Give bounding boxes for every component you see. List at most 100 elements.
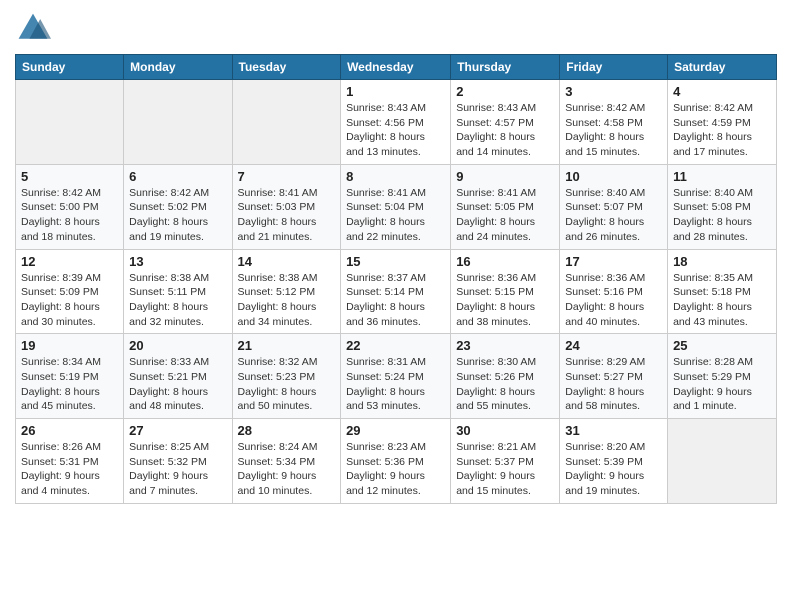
calendar-cell: 9 Sunrise: 8:41 AMSunset: 5:05 PMDaylight… xyxy=(451,164,560,249)
day-info: Sunrise: 8:41 AMSunset: 5:04 PMDaylight:… xyxy=(346,186,445,245)
day-info: Sunrise: 8:39 AMSunset: 5:09 PMDaylight:… xyxy=(21,271,118,330)
calendar-cell: 28Sunrise: 8:24 AMSunset: 5:34 PMDayligh… xyxy=(232,419,341,504)
day-info: Sunrise: 8:42 AMSunset: 4:59 PMDaylight:… xyxy=(673,101,771,160)
day-number: 12 xyxy=(21,254,118,269)
day-number: 26 xyxy=(21,423,118,438)
calendar-cell: 22 Sunrise: 8:31 AMSunset: 5:24 PMDayligh… xyxy=(341,334,451,419)
day-info: Sunrise: 8:28 AMSunset: 5:29 PMDaylight:… xyxy=(673,355,771,414)
calendar-week-row: 12 Sunrise: 8:39 AMSunset: 5:09 PMDayligh… xyxy=(16,249,777,334)
calendar-header-friday: Friday xyxy=(560,55,668,80)
day-number: 13 xyxy=(129,254,226,269)
day-info: Sunrise: 8:29 AMSunset: 5:27 PMDaylight:… xyxy=(565,355,662,414)
calendar-cell: 13Sunrise: 8:38 AMSunset: 5:11 PMDayligh… xyxy=(124,249,232,334)
calendar-cell: 24 Sunrise: 8:29 AMSunset: 5:27 PMDayligh… xyxy=(560,334,668,419)
day-info: Sunrise: 8:26 AMSunset: 5:31 PMDaylight:… xyxy=(21,440,118,499)
calendar-cell xyxy=(668,419,777,504)
day-number: 7 xyxy=(238,169,336,184)
day-number: 23 xyxy=(456,338,554,353)
day-info: Sunrise: 8:25 AMSunset: 5:32 PMDaylight:… xyxy=(129,440,226,499)
calendar-week-row: 1 Sunrise: 8:43 AMSunset: 4:56 PMDaylight… xyxy=(16,80,777,165)
day-info: Sunrise: 8:34 AMSunset: 5:19 PMDaylight:… xyxy=(21,355,118,414)
calendar-cell: 27 Sunrise: 8:25 AMSunset: 5:32 PMDayligh… xyxy=(124,419,232,504)
calendar-cell: 14Sunrise: 8:38 AMSunset: 5:12 PMDayligh… xyxy=(232,249,341,334)
day-number: 9 xyxy=(456,169,554,184)
calendar-cell: 6 Sunrise: 8:42 AMSunset: 5:02 PMDaylight… xyxy=(124,164,232,249)
day-info: Sunrise: 8:41 AMSunset: 5:05 PMDaylight:… xyxy=(456,186,554,245)
calendar-cell: 23 Sunrise: 8:30 AMSunset: 5:26 PMDayligh… xyxy=(451,334,560,419)
day-number: 6 xyxy=(129,169,226,184)
calendar-header-tuesday: Tuesday xyxy=(232,55,341,80)
calendar-cell: 16 Sunrise: 8:36 AMSunset: 5:15 PMDayligh… xyxy=(451,249,560,334)
calendar-header-thursday: Thursday xyxy=(451,55,560,80)
day-info: Sunrise: 8:40 AMSunset: 5:07 PMDaylight:… xyxy=(565,186,662,245)
day-number: 16 xyxy=(456,254,554,269)
calendar-cell: 1 Sunrise: 8:43 AMSunset: 4:56 PMDaylight… xyxy=(341,80,451,165)
day-number: 21 xyxy=(238,338,336,353)
calendar-cell xyxy=(124,80,232,165)
calendar-cell xyxy=(232,80,341,165)
day-number: 27 xyxy=(129,423,226,438)
calendar-cell: 2 Sunrise: 8:43 AMSunset: 4:57 PMDaylight… xyxy=(451,80,560,165)
calendar-cell: 30Sunrise: 8:21 AMSunset: 5:37 PMDayligh… xyxy=(451,419,560,504)
calendar-header-row: SundayMondayTuesdayWednesdayThursdayFrid… xyxy=(16,55,777,80)
calendar-cell: 31Sunrise: 8:20 AMSunset: 5:39 PMDayligh… xyxy=(560,419,668,504)
day-number: 17 xyxy=(565,254,662,269)
day-number: 5 xyxy=(21,169,118,184)
day-number: 25 xyxy=(673,338,771,353)
header xyxy=(15,10,777,46)
day-number: 22 xyxy=(346,338,445,353)
day-number: 20 xyxy=(129,338,226,353)
calendar-cell: 25 Sunrise: 8:28 AMSunset: 5:29 PMDayligh… xyxy=(668,334,777,419)
calendar-cell: 17 Sunrise: 8:36 AMSunset: 5:16 PMDayligh… xyxy=(560,249,668,334)
day-info: Sunrise: 8:36 AMSunset: 5:16 PMDaylight:… xyxy=(565,271,662,330)
day-number: 24 xyxy=(565,338,662,353)
calendar-cell: 19 Sunrise: 8:34 AMSunset: 5:19 PMDayligh… xyxy=(16,334,124,419)
day-info: Sunrise: 8:30 AMSunset: 5:26 PMDaylight:… xyxy=(456,355,554,414)
calendar-cell: 20 Sunrise: 8:33 AMSunset: 5:21 PMDayligh… xyxy=(124,334,232,419)
day-info: Sunrise: 8:40 AMSunset: 5:08 PMDaylight:… xyxy=(673,186,771,245)
day-number: 19 xyxy=(21,338,118,353)
day-number: 18 xyxy=(673,254,771,269)
calendar-header-monday: Monday xyxy=(124,55,232,80)
day-number: 10 xyxy=(565,169,662,184)
calendar-cell xyxy=(16,80,124,165)
calendar-cell: 5Sunrise: 8:42 AMSunset: 5:00 PMDaylight… xyxy=(16,164,124,249)
day-number: 3 xyxy=(565,84,662,99)
day-info: Sunrise: 8:42 AMSunset: 4:58 PMDaylight:… xyxy=(565,101,662,160)
day-info: Sunrise: 8:37 AMSunset: 5:14 PMDaylight:… xyxy=(346,271,445,330)
calendar-cell: 8 Sunrise: 8:41 AMSunset: 5:04 PMDaylight… xyxy=(341,164,451,249)
day-number: 11 xyxy=(673,169,771,184)
calendar-cell: 26 Sunrise: 8:26 AMSunset: 5:31 PMDayligh… xyxy=(16,419,124,504)
day-info: Sunrise: 8:42 AMSunset: 5:02 PMDaylight:… xyxy=(129,186,226,245)
calendar-cell: 11 Sunrise: 8:40 AMSunset: 5:08 PMDayligh… xyxy=(668,164,777,249)
day-number: 8 xyxy=(346,169,445,184)
calendar-week-row: 26 Sunrise: 8:26 AMSunset: 5:31 PMDayligh… xyxy=(16,419,777,504)
calendar-cell: 12 Sunrise: 8:39 AMSunset: 5:09 PMDayligh… xyxy=(16,249,124,334)
calendar-cell: 15Sunrise: 8:37 AMSunset: 5:14 PMDayligh… xyxy=(341,249,451,334)
calendar-week-row: 5Sunrise: 8:42 AMSunset: 5:00 PMDaylight… xyxy=(16,164,777,249)
day-info: Sunrise: 8:36 AMSunset: 5:15 PMDaylight:… xyxy=(456,271,554,330)
calendar-week-row: 19 Sunrise: 8:34 AMSunset: 5:19 PMDayligh… xyxy=(16,334,777,419)
day-number: 1 xyxy=(346,84,445,99)
calendar-header-saturday: Saturday xyxy=(668,55,777,80)
day-number: 2 xyxy=(456,84,554,99)
logo-icon xyxy=(15,10,51,46)
calendar-cell: 29Sunrise: 8:23 AMSunset: 5:36 PMDayligh… xyxy=(341,419,451,504)
day-info: Sunrise: 8:20 AMSunset: 5:39 PMDaylight:… xyxy=(565,440,662,499)
day-info: Sunrise: 8:35 AMSunset: 5:18 PMDaylight:… xyxy=(673,271,771,330)
day-info: Sunrise: 8:33 AMSunset: 5:21 PMDaylight:… xyxy=(129,355,226,414)
day-number: 29 xyxy=(346,423,445,438)
day-info: Sunrise: 8:43 AMSunset: 4:56 PMDaylight:… xyxy=(346,101,445,160)
calendar-header-sunday: Sunday xyxy=(16,55,124,80)
day-info: Sunrise: 8:21 AMSunset: 5:37 PMDaylight:… xyxy=(456,440,554,499)
day-info: Sunrise: 8:43 AMSunset: 4:57 PMDaylight:… xyxy=(456,101,554,160)
calendar-cell: 7 Sunrise: 8:41 AMSunset: 5:03 PMDaylight… xyxy=(232,164,341,249)
day-info: Sunrise: 8:32 AMSunset: 5:23 PMDaylight:… xyxy=(238,355,336,414)
day-info: Sunrise: 8:41 AMSunset: 5:03 PMDaylight:… xyxy=(238,186,336,245)
day-info: Sunrise: 8:24 AMSunset: 5:34 PMDaylight:… xyxy=(238,440,336,499)
calendar-cell: 10 Sunrise: 8:40 AMSunset: 5:07 PMDayligh… xyxy=(560,164,668,249)
day-info: Sunrise: 8:31 AMSunset: 5:24 PMDaylight:… xyxy=(346,355,445,414)
day-number: 14 xyxy=(238,254,336,269)
calendar-cell: 3 Sunrise: 8:42 AMSunset: 4:58 PMDaylight… xyxy=(560,80,668,165)
calendar-cell: 21 Sunrise: 8:32 AMSunset: 5:23 PMDayligh… xyxy=(232,334,341,419)
